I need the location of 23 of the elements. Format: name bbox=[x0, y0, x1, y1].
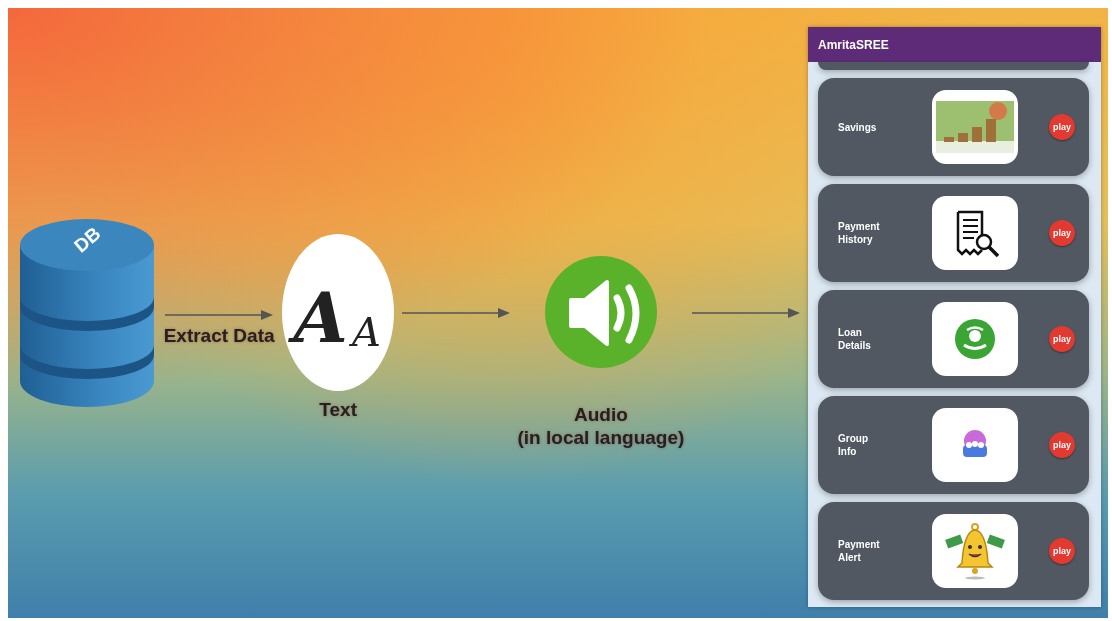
play-button[interactable]: play bbox=[1049, 220, 1075, 246]
hand-coin-icon bbox=[955, 319, 995, 359]
card-label: Loan Details bbox=[838, 326, 872, 352]
db-label: DB bbox=[70, 222, 106, 258]
play-button[interactable]: play bbox=[1049, 326, 1075, 352]
card-label: Savings bbox=[838, 120, 878, 134]
app-title: AmritaSREE bbox=[808, 27, 1101, 62]
menu-card[interactable]: Payment Alert play bbox=[818, 502, 1089, 600]
card-label: Payment Alert bbox=[838, 538, 881, 564]
step-caption: Audio (in local language) bbox=[517, 404, 685, 450]
step-caption: Extract Data bbox=[163, 324, 275, 348]
menu-card[interactable]: Loan Details play bbox=[818, 290, 1089, 388]
play-button[interactable]: play bbox=[1049, 538, 1075, 564]
menu-card[interactable]: Payment History play bbox=[818, 184, 1089, 282]
play-button[interactable]: play bbox=[1049, 432, 1075, 458]
card-label: Group Info bbox=[838, 432, 869, 458]
play-button[interactable]: play bbox=[1049, 114, 1075, 140]
card-label: Payment History bbox=[838, 220, 881, 246]
menu-card[interactable]: Savings play bbox=[818, 78, 1089, 176]
speaker-icon bbox=[544, 256, 657, 369]
menu-card[interactable]: Group Info play bbox=[818, 396, 1089, 494]
bell-icon bbox=[942, 521, 1008, 581]
step-caption: Text bbox=[319, 399, 358, 422]
